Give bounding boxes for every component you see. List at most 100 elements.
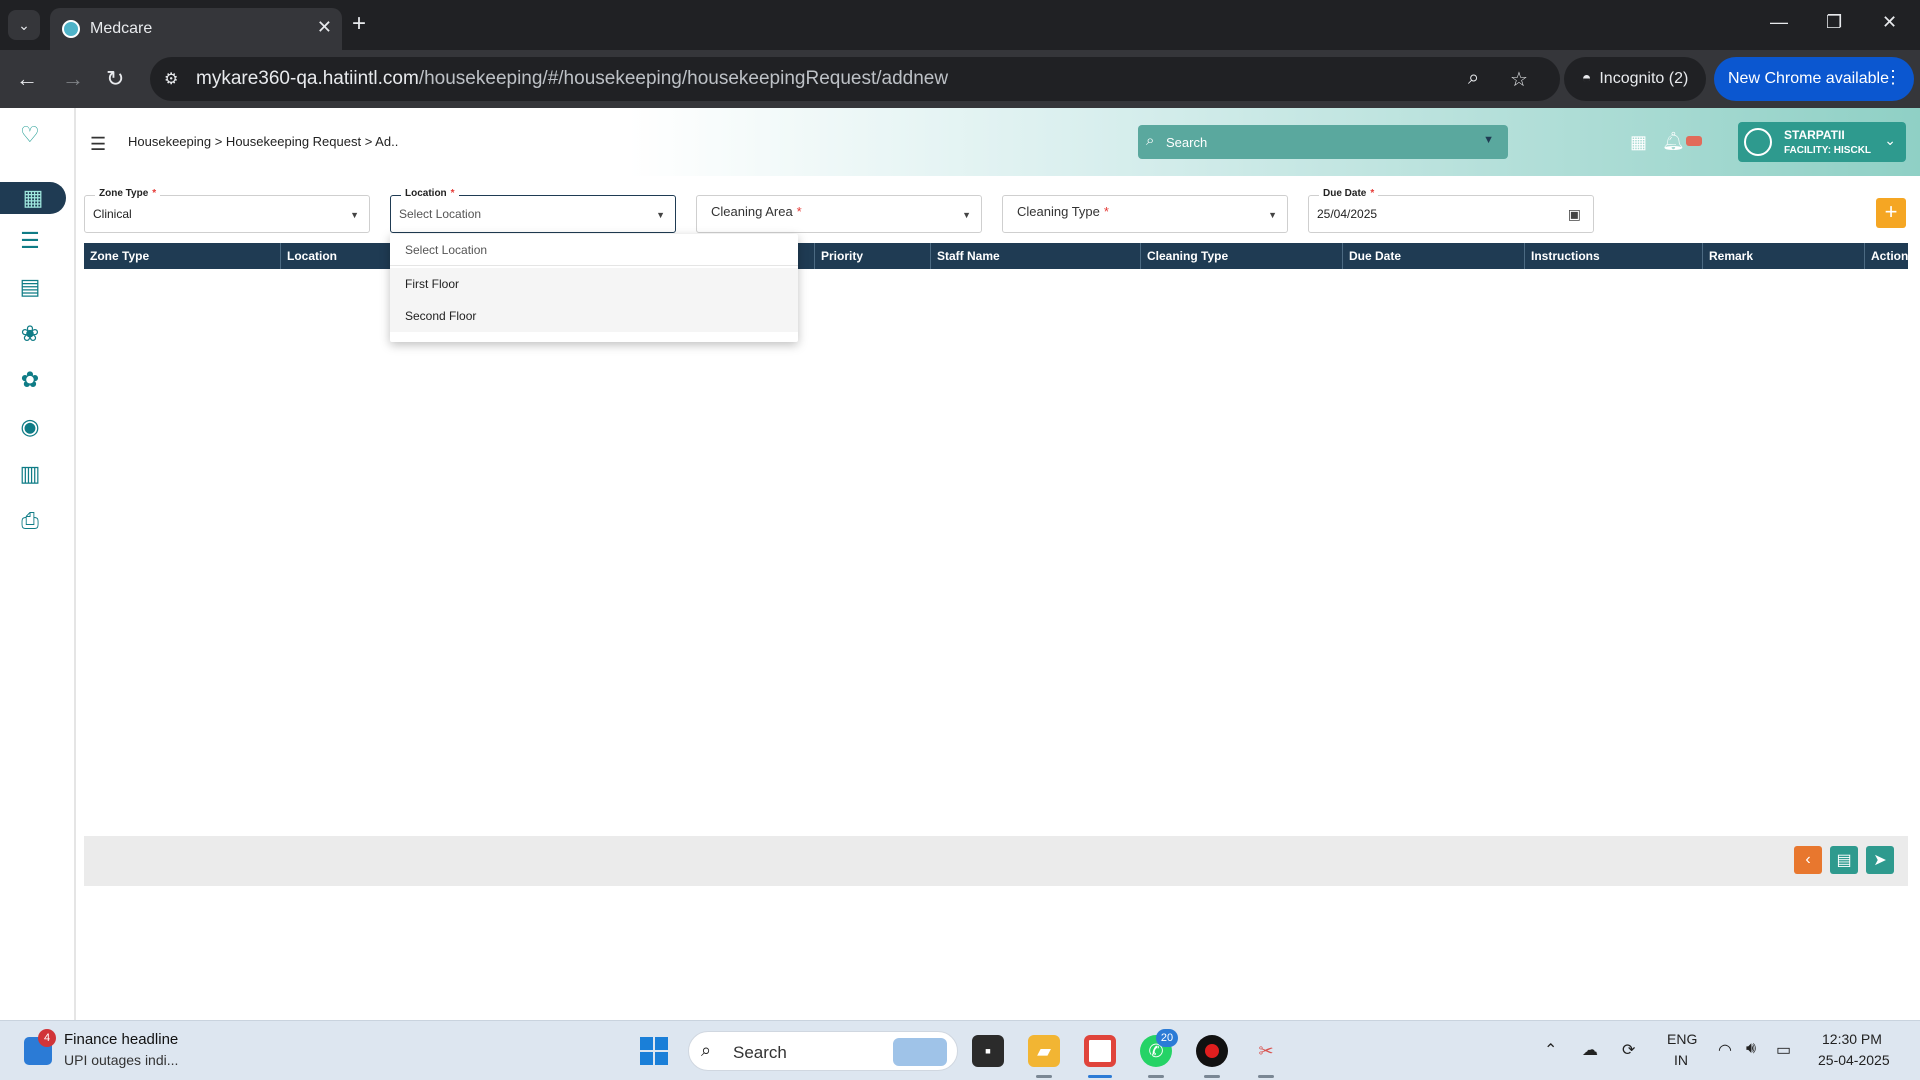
table-header: Zone Type Location Priority Staff Name C…: [84, 243, 1908, 269]
analytics-icon[interactable]: ▥: [14, 459, 46, 489]
task-view-icon[interactable]: ▪: [972, 1035, 1004, 1067]
chevron-down-icon: ⌄: [1884, 132, 1896, 148]
add-row-button[interactable]: +: [1876, 198, 1906, 228]
tab-title: Medcare: [90, 20, 153, 37]
browser-titlebar: ⌄ Medcare ✕ + — ❐ ✕: [0, 0, 1920, 50]
language-indicator[interactable]: ENG: [1667, 1031, 1697, 1047]
app-logo-icon[interactable]: ♡: [20, 122, 46, 147]
search-dropdown-icon[interactable]: ▼: [1483, 134, 1494, 146]
site-info-icon[interactable]: ⚙: [164, 69, 178, 89]
url-text[interactable]: mykare360-qa.hatiintl.com/housekeeping/#…: [196, 68, 948, 90]
app-sidebar: ♡ ▦ ☰ ▤ ❀ ✿ ◉ ▥ ⎙: [0, 108, 76, 1020]
close-window-icon[interactable]: ✕: [1882, 12, 1897, 33]
recorder-icon[interactable]: [1196, 1035, 1228, 1067]
incognito-icon: ◓: [1581, 70, 1592, 87]
chevron-up-icon[interactable]: ⌃: [1544, 1040, 1557, 1060]
search-placeholder: Search: [1166, 135, 1208, 150]
bell-icon[interactable]: 🔔︎: [1662, 131, 1685, 152]
save-icon[interactable]: ▤: [1830, 846, 1858, 874]
back-button[interactable]: ‹: [1794, 846, 1822, 874]
action-bar: ‹ ▤ ➤: [84, 836, 1908, 886]
new-chrome-label: New Chrome available: [1728, 70, 1889, 87]
column-header: Instructions: [1524, 243, 1702, 269]
location-label: Location *: [401, 188, 459, 199]
reload-icon[interactable]: ↻: [106, 66, 124, 92]
news-title[interactable]: Finance headline: [64, 1031, 178, 1048]
taskbar-search-input[interactable]: ⌕ Search: [688, 1031, 958, 1071]
plant-care-icon[interactable]: ❀: [14, 319, 46, 349]
cleaning-area-select[interactable]: Cleaning Area * ▼: [696, 195, 982, 233]
zone-type-label: Zone Type *: [95, 188, 161, 199]
avatar: [1744, 128, 1772, 156]
minimize-icon[interactable]: —: [1770, 12, 1788, 33]
cloud-offline-icon[interactable]: ☁: [1582, 1040, 1598, 1060]
whatsapp-badge: 20: [1156, 1029, 1178, 1047]
header-search-input[interactable]: ⌕ Search ▼: [1138, 125, 1508, 159]
cleaning-type-label: Cleaning Type *: [1017, 204, 1109, 219]
staff-care-icon[interactable]: ✿: [14, 365, 46, 395]
chevron-down-icon: ▼: [962, 210, 971, 220]
bookmark-star-icon[interactable]: ☆: [1510, 67, 1528, 92]
app-header: ☰ Housekeeping > Housekeeping Request > …: [76, 108, 1920, 176]
request-list-icon[interactable]: ☰: [14, 226, 46, 256]
clock-date[interactable]: 25-04-2025: [1818, 1052, 1890, 1068]
due-date-input[interactable]: Due Date * 25/04/2025 ▣: [1308, 188, 1594, 233]
printer-icon[interactable]: ⎙: [14, 506, 46, 536]
battery-icon[interactable]: ▭: [1776, 1040, 1791, 1060]
breadcrumb[interactable]: Housekeeping > Housekeeping Request > Ad…: [128, 134, 398, 149]
clock-time[interactable]: 12:30 PM: [1822, 1031, 1882, 1047]
region-indicator[interactable]: IN: [1674, 1052, 1688, 1068]
new-tab-icon[interactable]: +: [352, 10, 366, 38]
report-icon[interactable]: ◉: [14, 412, 46, 442]
location-select[interactable]: Location * Select Location ▼: [390, 188, 676, 233]
menu-toggle-icon[interactable]: ☰: [90, 134, 106, 155]
column-header: Cleaning Type: [1140, 243, 1342, 269]
dashboard-icon[interactable]: ▤: [14, 272, 46, 302]
incognito-indicator[interactable]: ◓ Incognito (2): [1564, 57, 1706, 101]
address-bar[interactable]: ⚙ mykare360-qa.hatiintl.com/housekeeping…: [150, 57, 1560, 101]
location-placeholder: Select Location: [399, 207, 482, 221]
alert-icon[interactable]: [1686, 136, 1702, 146]
browser-toolbar: ← → ↻ ⚙ mykare360-qa.hatiintl.com/housek…: [0, 50, 1920, 108]
tab-close-icon[interactable]: ✕: [317, 17, 332, 38]
volume-icon[interactable]: 🔊︎: [1746, 1040, 1756, 1058]
incognito-label: Incognito (2): [1599, 70, 1689, 87]
due-date-label: Due Date *: [1319, 188, 1379, 199]
send-icon[interactable]: ➤: [1866, 846, 1894, 874]
app-running-indicator: [1148, 1075, 1164, 1078]
sync-icon[interactable]: ⟳: [1622, 1040, 1635, 1060]
windows-taskbar: 4 Finance headline UPI outages indi... ⌕…: [0, 1020, 1920, 1080]
windows-start-icon[interactable]: [640, 1037, 668, 1065]
user-menu[interactable]: STARPATII FACILITY: HISCKL ⌄: [1738, 122, 1906, 162]
chevron-down-icon: ▼: [656, 210, 665, 220]
tab-favicon-icon: [62, 20, 80, 38]
dropdown-option-second-floor[interactable]: Second Floor: [390, 300, 798, 332]
apps-grid-icon[interactable]: ▦: [1630, 132, 1647, 153]
calendar-icon[interactable]: ▣: [1568, 206, 1581, 223]
forward-icon[interactable]: →: [62, 66, 84, 92]
housekeeping-icon[interactable]: ▦: [0, 182, 66, 214]
chrome-menu-icon[interactable]: ⋮: [1884, 67, 1902, 88]
taskbar-search-label: Search: [733, 1043, 787, 1062]
tab-search-button[interactable]: ⌄: [8, 10, 40, 40]
column-header: Zone Type: [90, 249, 150, 263]
due-date-value: 25/04/2025: [1317, 207, 1378, 221]
zone-type-select[interactable]: Zone Type * Clinical ▼: [84, 188, 370, 233]
back-icon[interactable]: ←: [16, 66, 38, 92]
restore-icon[interactable]: ❐: [1826, 12, 1842, 33]
new-chrome-button[interactable]: New Chrome available ⋮: [1714, 57, 1914, 101]
dropdown-option-first-floor[interactable]: First Floor: [390, 268, 798, 300]
cleaning-type-select[interactable]: Cleaning Type * ▼: [1002, 195, 1288, 233]
dropdown-placeholder-option[interactable]: Select Location: [390, 234, 798, 266]
snipping-tool-icon[interactable]: ✂: [1250, 1035, 1282, 1067]
wifi-icon[interactable]: ◠: [1718, 1040, 1732, 1060]
file-explorer-icon[interactable]: ▰: [1028, 1035, 1060, 1067]
browser-tab[interactable]: Medcare ✕: [50, 8, 342, 50]
zoom-icon[interactable]: ⌕: [1468, 67, 1479, 90]
news-badge: 4: [38, 1029, 56, 1047]
app-running-indicator: [1204, 1075, 1220, 1078]
news-subtitle[interactable]: UPI outages indi...: [64, 1052, 178, 1068]
search-highlight-image: [893, 1038, 947, 1066]
chrome-icon[interactable]: [1084, 1035, 1116, 1067]
column-header: Priority: [814, 243, 928, 269]
